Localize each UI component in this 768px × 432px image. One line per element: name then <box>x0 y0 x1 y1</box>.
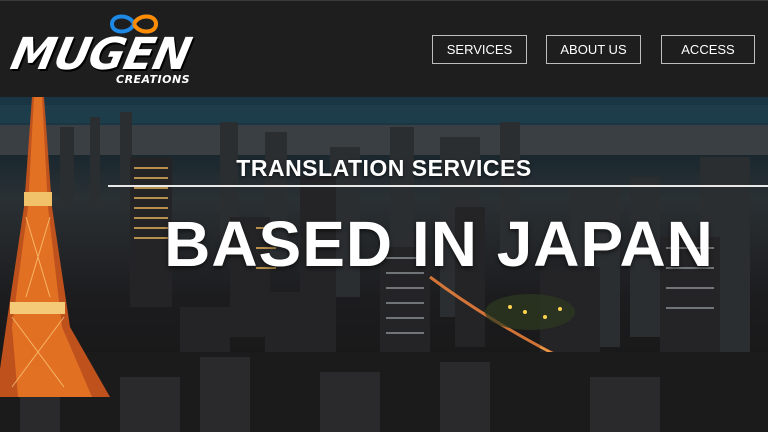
hero-title: BASED IN JAPAN <box>164 208 714 280</box>
nav-about-us-button[interactable]: ABOUT US <box>546 35 641 64</box>
hero-divider <box>108 185 768 187</box>
hero-banner: TRANSLATION SERVICES BASED IN JAPAN <box>0 97 768 432</box>
nav-services-button[interactable]: SERVICES <box>432 35 527 64</box>
brand-subtitle: CREATIONS <box>116 73 191 86</box>
site-header: MUGEN CREATIONS SERVICES ABOUT US ACCESS <box>0 0 768 97</box>
nav-access-button[interactable]: ACCESS <box>661 35 755 64</box>
brand-logo[interactable]: MUGEN CREATIONS <box>6 9 195 86</box>
hero-subtitle: TRANSLATION SERVICES <box>236 155 532 181</box>
